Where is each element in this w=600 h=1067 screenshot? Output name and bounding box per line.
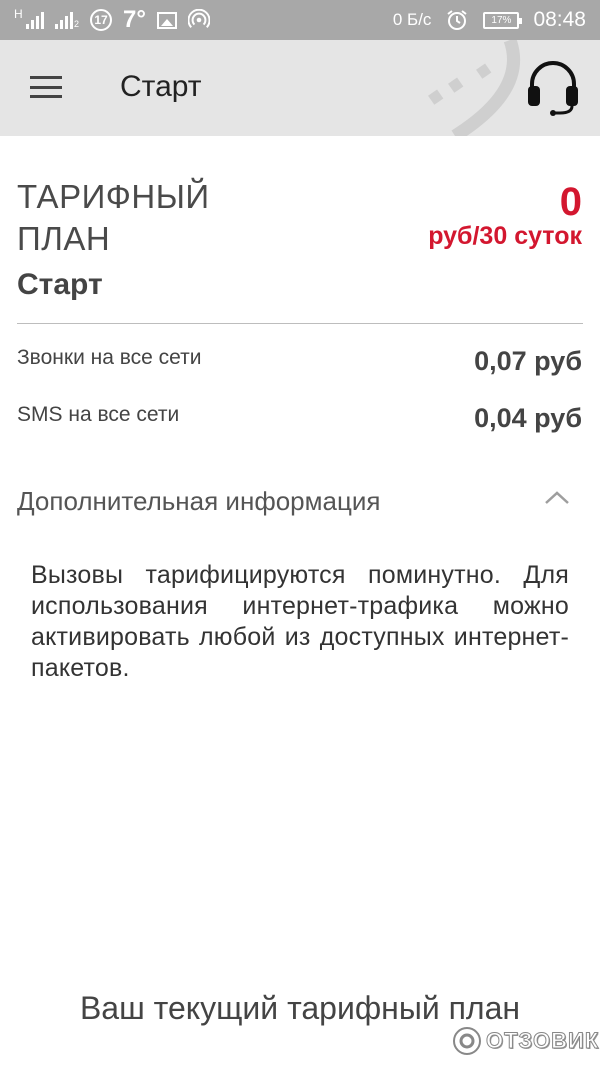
network-type-label: H <box>14 7 23 21</box>
signal-sim1-icon: H <box>14 7 44 29</box>
battery-percent: 17% <box>491 14 512 26</box>
tariff-plan-label: ТАРИФНЫЙ ПЛАН <box>17 178 210 257</box>
tariff-price-period: руб/30 суток <box>428 222 582 250</box>
headset-icon[interactable] <box>524 58 582 116</box>
status-bar: H 2 17 7° 0 Б/с 17% 08:48 <box>0 0 600 40</box>
data-speed-label: 0 Б/с <box>392 10 432 29</box>
battery-icon: 17% <box>483 11 523 29</box>
weather-temperature: 7° <box>123 6 146 33</box>
watermark: ОТЗОВИК <box>452 1024 599 1058</box>
tariff-plan-name: Старт <box>17 268 103 301</box>
rate-label-sms: SMS на все сети <box>17 403 180 426</box>
additional-info-text: Вызовы тарифицируются поминутно. Для исп… <box>31 561 569 682</box>
rate-value-sms: 0,04 руб <box>474 403 582 433</box>
chevron-up-icon[interactable] <box>543 488 571 506</box>
sim2-label: 2 <box>74 19 80 29</box>
hotspot-icon <box>187 9 210 29</box>
screenshot-caption: Ваш текущий тарифный план <box>79 990 521 1026</box>
app-bar: Старт <box>0 40 600 136</box>
tariff-price-amount: 0 <box>559 180 582 224</box>
hamburger-menu-icon[interactable] <box>30 76 62 98</box>
additional-info-title: Дополнительная информация <box>17 486 381 516</box>
watermark-text: ОТЗОВИК <box>485 1028 600 1054</box>
alarm-clock-icon <box>447 10 468 30</box>
additional-info-toggle[interactable]: Дополнительная информация <box>0 476 600 528</box>
signal-sim2-icon: 2 <box>55 11 79 29</box>
clock-time: 08:48 <box>533 8 586 31</box>
gallery-icon <box>156 11 177 29</box>
divider <box>17 323 583 324</box>
otzovik-logo-icon <box>453 1027 481 1055</box>
rate-value-calls: 0,07 руб <box>474 346 582 376</box>
page-title: Старт <box>120 70 202 103</box>
rate-label-calls: Звонки на все сети <box>17 346 202 369</box>
notification-count-badge: 17 <box>90 9 113 31</box>
decorative-dial-graphic <box>428 40 520 136</box>
